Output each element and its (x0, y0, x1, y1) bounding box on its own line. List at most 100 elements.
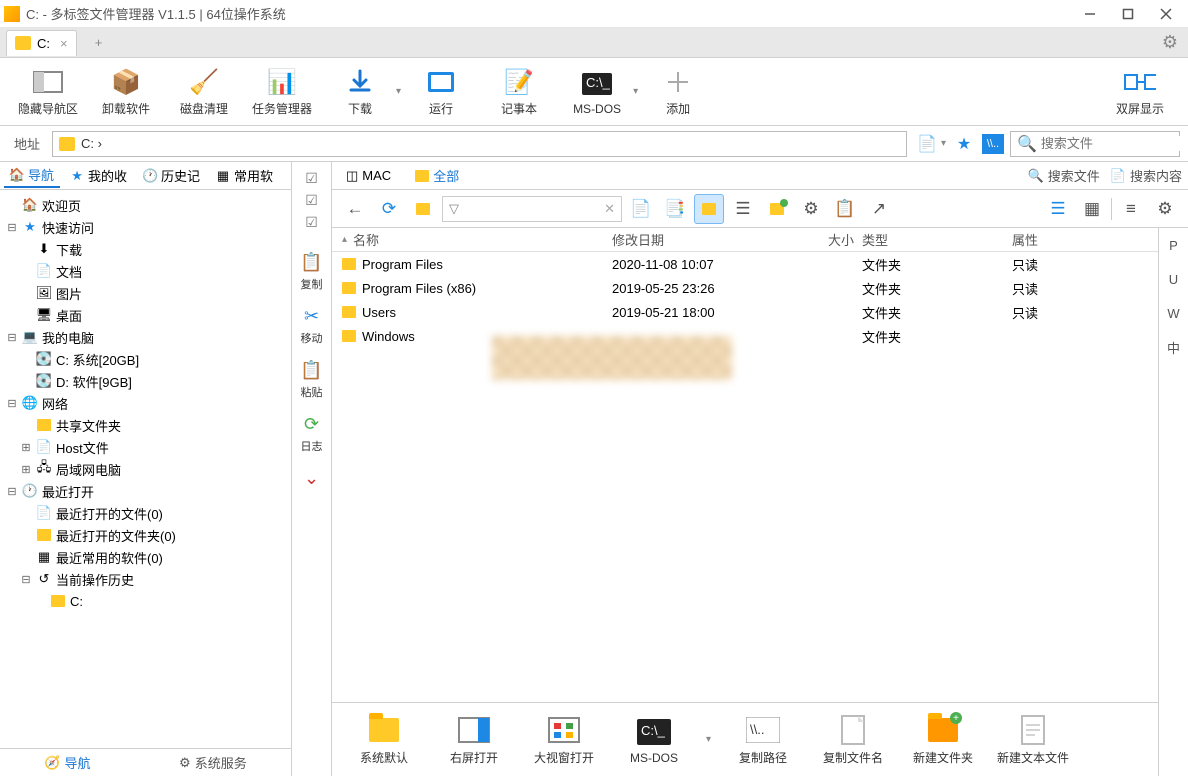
address-input[interactable]: C: › (52, 131, 907, 157)
chevron-down-icon[interactable]: ▾ (633, 86, 638, 97)
tree-drive-d[interactable]: 💽D: 软件[9GB] (6, 370, 285, 392)
disk-clean-button[interactable]: 🧹 磁盘清理 (166, 62, 242, 122)
minimize-button[interactable] (1072, 2, 1108, 26)
col-header-size[interactable]: 大小 (812, 230, 862, 249)
open-fullscreen-button[interactable]: 大视窗打开 (522, 708, 606, 772)
notepad-button[interactable]: 📝 记事本 (481, 62, 557, 122)
file-row[interactable]: Users2019-05-21 18:00文件夹只读 (332, 300, 1158, 324)
col-header-date[interactable]: 修改日期 (612, 230, 812, 249)
copy-path-button[interactable]: \\.. 复制路径 (721, 708, 805, 772)
favorite-icon[interactable]: ★ (950, 131, 978, 157)
copy-paste-button[interactable]: 📋 (830, 194, 860, 224)
msdos-button[interactable]: C:\_ MS-DOS (559, 62, 635, 122)
uninstall-button[interactable]: 📦 卸载软件 (88, 62, 164, 122)
tree-quick-access[interactable]: ⊟★快速访问 (6, 216, 285, 238)
hide-nav-button[interactable]: 隐藏导航区 (10, 62, 86, 122)
letter-jump[interactable]: P (1159, 228, 1188, 262)
search-input[interactable]: 🔍 ✕ (1010, 131, 1180, 157)
view-rows-button[interactable]: ≡ (1116, 194, 1146, 224)
tree-lan[interactable]: ⊞🖧局域网电脑 (6, 458, 285, 480)
copy-filename-button[interactable]: 复制文件名 (811, 708, 895, 772)
tree-pictures[interactable]: 🖼图片 (6, 282, 285, 304)
view-grid-button[interactable]: ▦ (1077, 194, 1107, 224)
tree-recent[interactable]: ⊟🕐最近打开 (6, 480, 285, 502)
tree-hosts[interactable]: ⊞📄Host文件 (6, 436, 285, 458)
settings-icon[interactable]: ⚙ (1162, 32, 1178, 53)
chevron-down-icon[interactable]: ▾ (702, 734, 715, 745)
letter-jump[interactable]: W (1159, 296, 1188, 330)
move-action[interactable]: ✂ 移动 (298, 302, 326, 346)
nav-tab-common[interactable]: ▦常用软 (210, 164, 279, 188)
checklist-icon[interactable]: ☑ (298, 212, 326, 232)
back-button[interactable]: ← (340, 194, 370, 224)
tree-welcome[interactable]: 🏠欢迎页 (6, 194, 285, 216)
view-list-button[interactable]: ☰ (1043, 194, 1073, 224)
paste-action[interactable]: 📋 粘贴 (298, 356, 326, 400)
add-tab-button[interactable]: + (87, 31, 111, 55)
nav-tab-favorites[interactable]: ★我的收 (64, 164, 133, 188)
chevron-down-icon[interactable]: ▾ (396, 86, 401, 97)
chevron-down-icon[interactable]: ⌄ (298, 464, 326, 492)
close-tab-icon[interactable]: × (60, 36, 68, 51)
add-button[interactable]: 添加 (640, 62, 716, 122)
folder-view-button[interactable] (694, 194, 724, 224)
filter-tab-mac[interactable]: ◫MAC (338, 164, 399, 188)
search-content-link[interactable]: 📄搜索内容 (1110, 166, 1182, 185)
dual-screen-button[interactable]: 双屏显示 (1102, 62, 1178, 122)
view-settings-button[interactable]: ⚙ (1150, 194, 1180, 224)
log-action[interactable]: ⟳ 日志 (298, 410, 326, 454)
folder-options-button[interactable] (408, 194, 438, 224)
nav-tab-navigation[interactable]: 🏠导航 (4, 164, 60, 188)
letter-jump[interactable]: U (1159, 262, 1188, 296)
letter-jump[interactable]: 中 (1159, 330, 1188, 364)
tree-recent-folders[interactable]: 最近打开的文件夹(0) (6, 524, 285, 546)
tree-shared[interactable]: 共享文件夹 (6, 414, 285, 436)
clear-icon[interactable]: ✕ (604, 201, 615, 217)
tree-recent-files[interactable]: 📄最近打开的文件(0) (6, 502, 285, 524)
tree-network[interactable]: ⊟🌐网络 (6, 392, 285, 414)
run-button[interactable]: 运行 (403, 62, 479, 122)
tree-downloads[interactable]: ⬇下载 (6, 238, 285, 260)
tree-mypc[interactable]: ⊟💻我的电脑 (6, 326, 285, 348)
col-header-type[interactable]: 类型 (862, 230, 1012, 249)
file-row[interactable]: Program Files2020-11-08 10:07文件夹只读 (332, 252, 1158, 276)
download-button[interactable]: 下载 (322, 62, 398, 122)
col-header-name[interactable]: ▴名称 (332, 230, 612, 249)
new-folder-button[interactable]: 新建文件夹 (901, 708, 985, 772)
new-text-file-button[interactable]: 新建文本文件 (991, 708, 1075, 772)
msdos-bottom-button[interactable]: C:\_ MS-DOS (612, 708, 696, 772)
copy-action[interactable]: 📋 复制 (298, 248, 326, 292)
search-field[interactable] (1041, 136, 1188, 151)
open-right-button[interactable]: 右屏打开 (432, 708, 516, 772)
maximize-button[interactable] (1110, 2, 1146, 26)
path-tab[interactable]: C: × (6, 30, 77, 56)
tree-recent-software[interactable]: ▦最近常用的软件(0) (6, 546, 285, 568)
file-row[interactable]: Windows文件夹 (332, 324, 1158, 348)
search-files-link[interactable]: 🔍搜索文件 (1028, 166, 1100, 185)
tree-drive-c[interactable]: 💽C: 系统[20GB] (6, 348, 285, 370)
bottom-tab-nav[interactable]: 🧭导航 (32, 753, 102, 772)
checklist-icon[interactable]: ☑ (298, 168, 326, 188)
path-separator-icon[interactable]: \\.. (982, 134, 1004, 154)
tree-hist-c[interactable]: C: (6, 590, 285, 612)
task-manager-button[interactable]: 📊 任务管理器 (244, 62, 320, 122)
filter-input[interactable]: ▽ ✕ (442, 196, 622, 222)
tree-current-history[interactable]: ⊟↺当前操作历史 (6, 568, 285, 590)
filter-tab-all[interactable]: 全部 (407, 164, 467, 188)
settings-button[interactable]: ⚙ (796, 194, 826, 224)
chevron-down-icon[interactable]: ▾ (941, 138, 946, 149)
file-row[interactable]: Program Files (x86)2019-05-25 23:26文件夹只读 (332, 276, 1158, 300)
new-tab-icon[interactable]: 📄 (913, 131, 941, 157)
bottom-tab-services[interactable]: ⚙系统服务 (167, 753, 259, 772)
select-file-button[interactable]: 📑 (660, 194, 690, 224)
tree-documents[interactable]: 📄文档 (6, 260, 285, 282)
new-file-button[interactable]: 📄 (626, 194, 656, 224)
system-default-button[interactable]: 系统默认 (342, 708, 426, 772)
new-folder-quick-button[interactable] (762, 194, 792, 224)
refresh-button[interactable]: ⟳ (374, 194, 404, 224)
close-button[interactable] (1148, 2, 1184, 26)
col-header-attr[interactable]: 属性 (1012, 230, 1158, 249)
tree-desktop[interactable]: 🖥桌面 (6, 304, 285, 326)
nav-tab-history[interactable]: 🕐历史记 (137, 164, 206, 188)
open-external-button[interactable]: ↗ (864, 194, 894, 224)
